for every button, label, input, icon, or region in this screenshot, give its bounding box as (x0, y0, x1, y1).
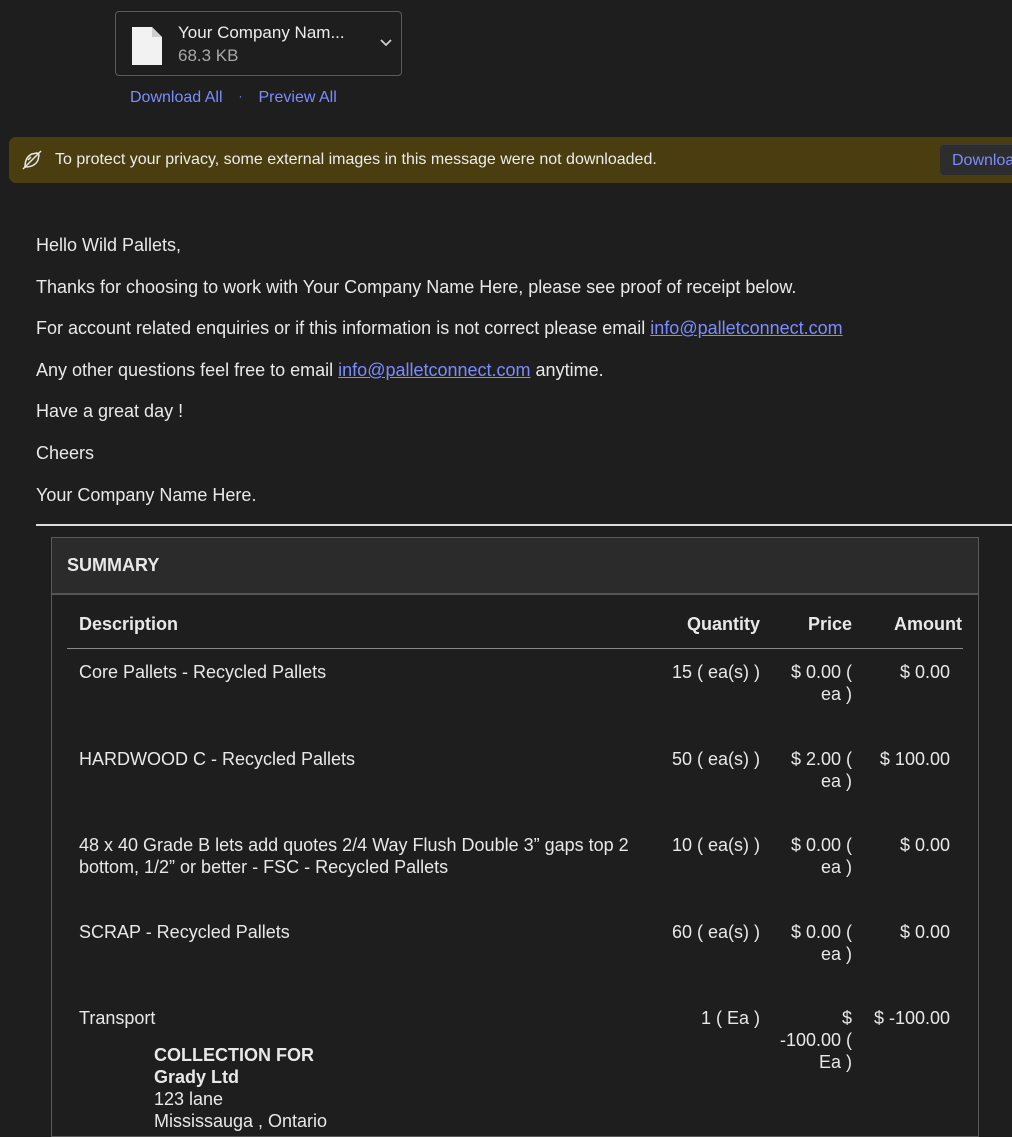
row-amount: $ 100.00 (879, 749, 950, 769)
body-line-5: Cheers (36, 443, 95, 463)
row-description: HARDWOOD C - Recycled Pallets (79, 749, 356, 769)
header-rule (67, 648, 963, 649)
attachment-actions: Download All · Preview All (130, 89, 337, 107)
attachment-file-name: Your Company Nam... (178, 23, 345, 42)
attachment-card[interactable]: Your Company Nam... 68.3 KB (115, 11, 402, 76)
collection-company: Grady Ltd (154, 1067, 240, 1087)
greeting: Hello Wild Pallets, (36, 235, 182, 255)
header-description: Description (79, 614, 179, 634)
body-line-4: Have a great day ! (36, 401, 184, 421)
email-link[interactable]: info@palletconnect.com (650, 318, 842, 338)
download-all-link[interactable]: Download All (130, 89, 223, 106)
body-line-2-text: For account related enquiries or if this… (36, 318, 651, 338)
row-quantity: 60 ( ea(s) ) (671, 922, 760, 942)
body-line-3-text: Any other questions feel free to email (36, 360, 339, 380)
body-line-2: For account related enquiries or if this… (36, 318, 843, 339)
row-price: $ 2.00 ( ea ) (790, 749, 852, 791)
preview-all-link[interactable]: Preview All (259, 89, 337, 106)
row-price: $ -100.00 ( Ea ) (779, 1008, 852, 1072)
privacy-banner: To protect your privacy, some external i… (9, 137, 1012, 183)
collection-label: COLLECTION FOR (154, 1045, 314, 1065)
body-line-1: Thanks for choosing to work with Your Co… (36, 277, 797, 297)
header-price: Price (807, 614, 852, 634)
row-quantity: 15 ( ea(s) ) (671, 662, 760, 682)
row-quantity: 50 ( ea(s) ) (671, 749, 760, 769)
summary-table: SUMMARY Description Quantity Price Amoun… (51, 537, 979, 1137)
header-quantity: Quantity (686, 614, 760, 634)
collection-street: 123 lane (154, 1089, 224, 1109)
row-amount: $ 0.00 (899, 922, 950, 942)
document-icon (132, 27, 162, 65)
blocked-content-icon (22, 150, 42, 170)
separator-dot: · (238, 89, 243, 103)
signature: Your Company Name Here. (36, 485, 257, 505)
row-quantity: 10 ( ea(s) ) (671, 835, 760, 855)
row-price: $ 0.00 ( ea ) (790, 922, 852, 964)
row-amount: $ 0.00 (899, 835, 950, 855)
row-quantity: 1 ( Ea ) (700, 1008, 760, 1028)
attachment-file-size: 68.3 KB (178, 46, 239, 65)
row-amount: $ 0.00 (899, 662, 950, 682)
summary-title: SUMMARY (52, 538, 978, 595)
privacy-message: To protect your privacy, some external i… (55, 151, 657, 168)
divider (36, 524, 1012, 526)
row-description: 48 x 40 Grade B lets add quotes 2/4 Way … (79, 835, 629, 877)
row-price: $ 0.00 ( ea ) (790, 835, 852, 877)
chevron-down-icon[interactable] (379, 38, 393, 48)
row-description: Core Pallets - Recycled Pallets (79, 662, 327, 682)
row-price: $ 0.00 ( ea ) (790, 662, 852, 704)
collection-city: Mississauga , Ontario (154, 1111, 328, 1131)
download-images-button[interactable]: Download (939, 144, 1012, 176)
row-amount: $ -100.00 (873, 1008, 950, 1028)
body-line-3: Any other questions feel free to email i… (36, 360, 604, 381)
header-amount: Amount (894, 614, 962, 634)
row-description: SCRAP - Recycled Pallets (79, 922, 290, 942)
row-description: Transport (79, 1008, 156, 1028)
body-line-3-suffix: anytime. (530, 360, 604, 380)
email-link[interactable]: info@palletconnect.com (338, 360, 530, 380)
